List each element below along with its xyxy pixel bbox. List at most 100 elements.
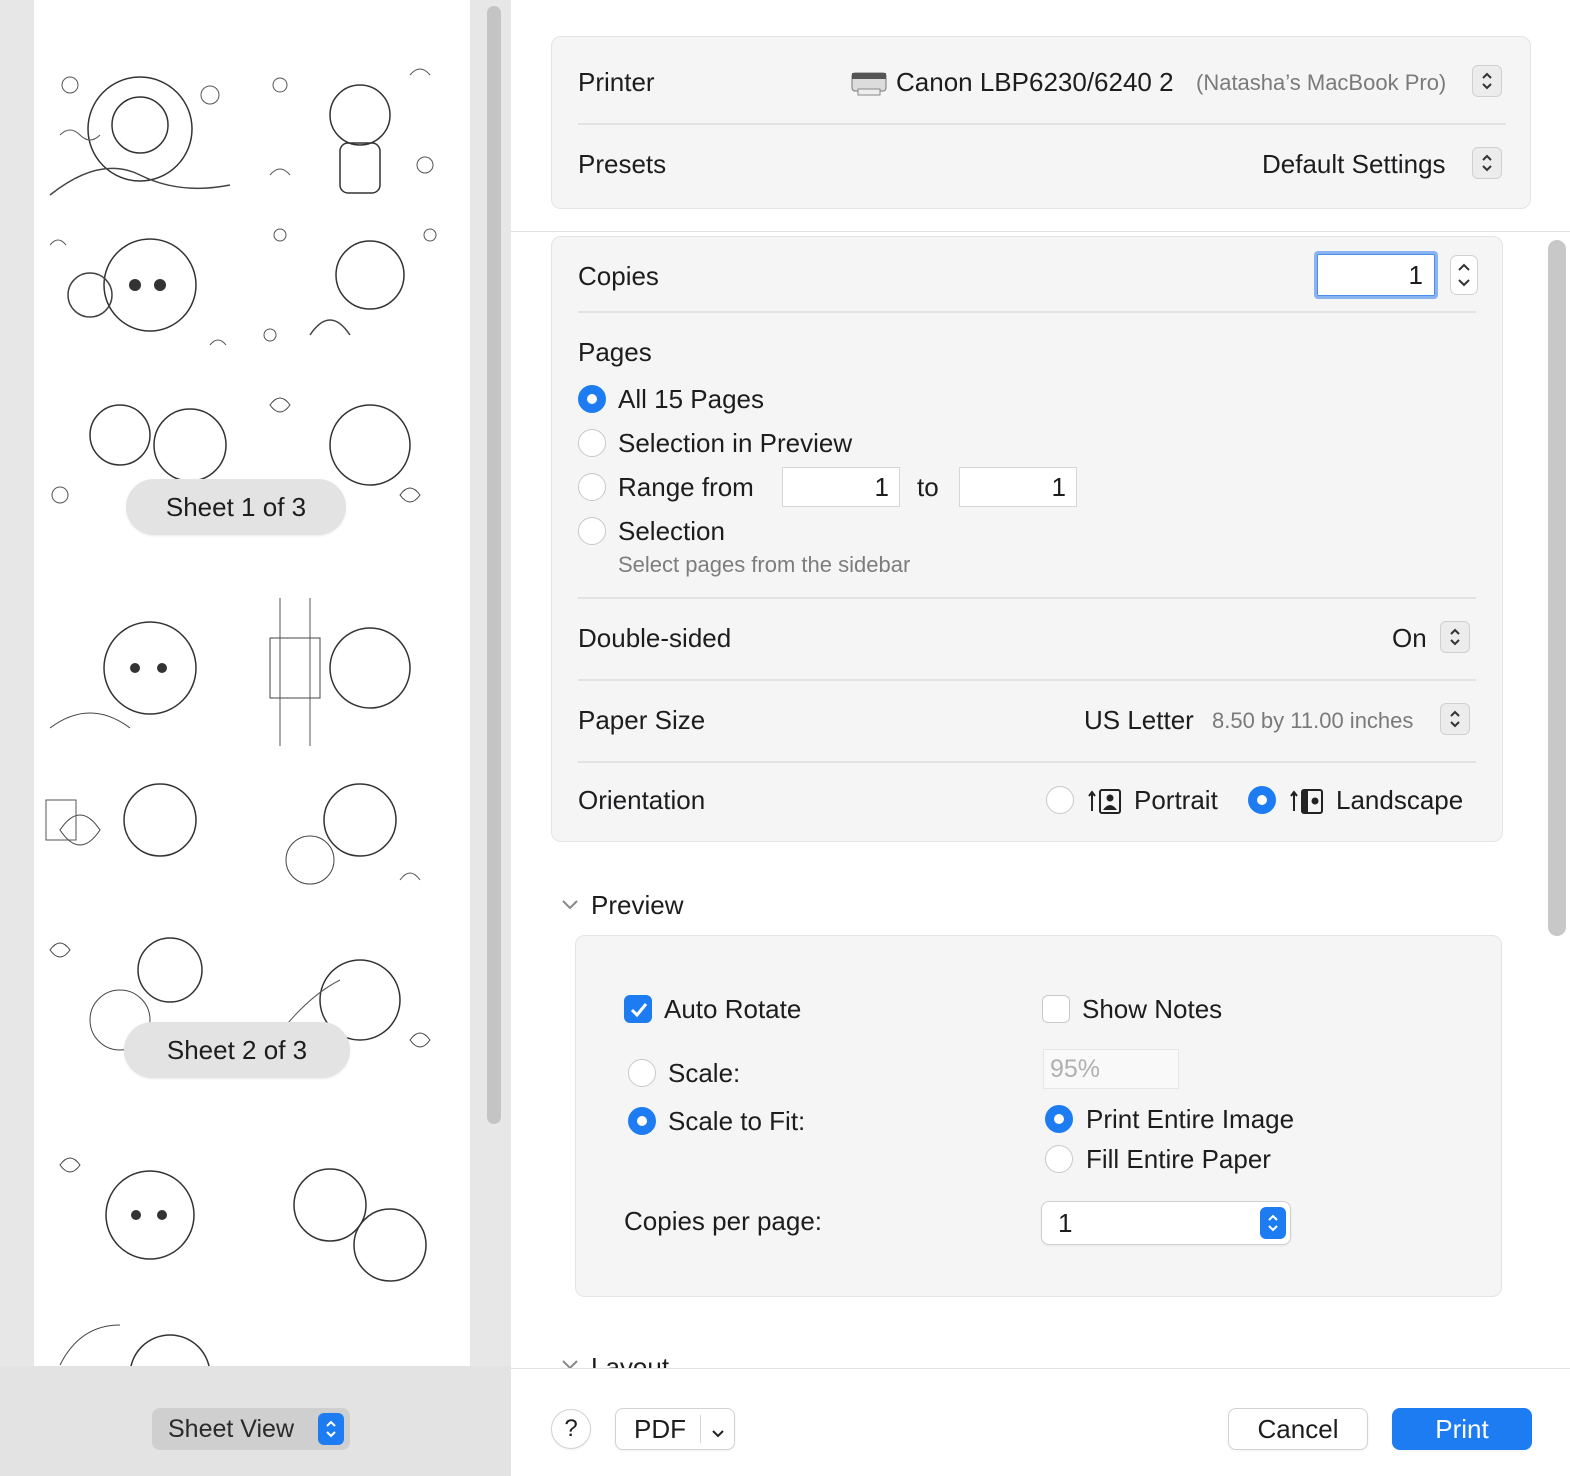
portrait-radio[interactable]	[1046, 786, 1074, 814]
sheet-thumbnail-1[interactable]: Sheet 1 of 3	[34, 55, 470, 535]
range-to-field[interactable]: 1	[959, 467, 1077, 507]
scale-to-fit-radio[interactable]	[628, 1107, 656, 1135]
sheet-view-select[interactable]: Sheet View	[152, 1408, 350, 1450]
updown-chevron-icon	[1472, 147, 1502, 179]
print-options-group: Copies 1 Pages All 15 Pages Selection in…	[551, 236, 1503, 842]
updown-chevron-icon	[1472, 65, 1502, 97]
help-icon: ?	[564, 1415, 578, 1442]
separator	[578, 679, 1476, 681]
copies-stepper[interactable]	[1450, 255, 1478, 295]
selection-label: Selection	[618, 516, 725, 546]
all-pages-radio[interactable]	[578, 385, 606, 413]
double-sided-select[interactable]: On	[1372, 619, 1476, 659]
double-sided-label: Double-sided	[578, 623, 732, 653]
selection-in-preview-radio[interactable]	[578, 429, 606, 457]
paper-size-label: Paper Size	[578, 705, 706, 735]
checkmark-icon	[628, 999, 650, 1026]
sheet-thumbnails[interactable]: Sheet 1 of 3 Sheet 2 of 3	[34, 0, 470, 1366]
scale-field[interactable]: 95%	[1043, 1049, 1179, 1089]
selection-hint: Select pages from the sidebar	[618, 552, 911, 577]
separator	[578, 597, 1476, 599]
separator	[700, 1415, 701, 1443]
coloring-page-thumbnail	[40, 215, 240, 363]
sheet-label: Sheet 2 of 3	[124, 1022, 350, 1078]
print-entire-image-radio[interactable]	[1045, 1105, 1073, 1133]
range-to-label: to	[917, 472, 939, 502]
orientation-label: Orientation	[578, 785, 706, 815]
updown-chevron-icon	[1440, 621, 1470, 653]
portrait-label: Portrait	[1134, 785, 1218, 815]
coloring-page-thumbnail	[40, 55, 240, 203]
pages-label: Pages	[578, 337, 652, 367]
copies-field[interactable]: 1	[1314, 251, 1438, 299]
cancel-button[interactable]: Cancel	[1228, 1408, 1368, 1450]
printer-icon	[850, 69, 888, 104]
printer-host: (Natasha’s MacBook Pro)	[1196, 70, 1447, 95]
dialog-footer: ? PDF Cancel Print	[511, 1368, 1570, 1476]
fill-entire-paper-radio[interactable]	[1045, 1145, 1073, 1173]
chevron-down-icon	[710, 1419, 726, 1450]
preview-options-group: Auto Rotate Show Notes Scale: 95% Scale …	[575, 935, 1502, 1297]
divider	[511, 231, 1570, 232]
portrait-orientation-icon	[1088, 787, 1124, 820]
print-settings-panel: Printer Canon LBP6230/6240 2 (Natasha’s …	[511, 0, 1570, 1476]
auto-rotate-label: Auto Rotate	[664, 994, 802, 1024]
chevron-down-icon	[561, 897, 581, 915]
copies-label: Copies	[578, 261, 659, 291]
printer-label: Printer	[578, 67, 655, 97]
coloring-page-thumbnail	[40, 1305, 240, 1366]
presets-label: Presets	[578, 149, 667, 179]
coloring-page-thumbnail	[40, 598, 240, 746]
scale-to-fit-label: Scale to Fit:	[668, 1106, 806, 1136]
sheet-view-label: Sheet View	[168, 1414, 295, 1443]
landscape-radio[interactable]	[1248, 786, 1276, 814]
updown-chevron-icon	[1260, 1207, 1286, 1239]
sidebar-footer: Sheet View	[0, 1366, 511, 1476]
print-button[interactable]: Print	[1392, 1408, 1532, 1450]
sidebar-scrollbar[interactable]	[487, 6, 501, 1124]
pdf-menu-button[interactable]: PDF	[615, 1408, 735, 1450]
auto-rotate-checkbox[interactable]	[624, 995, 652, 1023]
scale-radio[interactable]	[628, 1059, 656, 1087]
sheet-thumbnail-2[interactable]: Sheet 2 of 3	[34, 598, 470, 1078]
sheet-thumbnail-3[interactable]	[34, 1145, 470, 1366]
paper-size-value: US Letter	[1084, 705, 1194, 735]
range-radio[interactable]	[578, 473, 606, 501]
show-notes-label: Show Notes	[1082, 994, 1223, 1024]
range-from-field[interactable]: 1	[782, 467, 900, 507]
paper-size-detail: 8.50 by 11.00 inches	[1212, 708, 1414, 733]
show-notes-checkbox[interactable]	[1042, 995, 1070, 1023]
updown-chevron-icon	[318, 1413, 344, 1445]
coloring-page-thumbnail	[40, 1145, 240, 1293]
pdf-label: PDF	[634, 1413, 686, 1444]
selection-in-preview-label: Selection in Preview	[618, 428, 853, 458]
copies-per-page-label: Copies per page:	[624, 1206, 823, 1236]
preview-section-toggle[interactable]: Preview	[561, 890, 683, 921]
coloring-page-thumbnail	[250, 55, 450, 203]
separator	[578, 123, 1506, 125]
landscape-label: Landscape	[1336, 785, 1464, 815]
sheet-label: Sheet 1 of 3	[126, 479, 346, 535]
paper-size-select[interactable]: US Letter 8.50 by 11.00 inches	[1082, 701, 1476, 741]
presets-select[interactable]: Default Settings	[1252, 145, 1504, 185]
range-from-label: Range from	[618, 472, 754, 502]
copies-per-page-select[interactable]: 1	[1041, 1201, 1291, 1245]
updown-chevron-icon	[1440, 703, 1470, 735]
scale-label: Scale:	[668, 1058, 741, 1088]
printer-presets-group: Printer Canon LBP6230/6240 2 (Natasha’s …	[551, 36, 1531, 209]
main-scrollbar[interactable]	[1548, 240, 1566, 936]
sidebar: Sheet 1 of 3 Sheet 2 of 3 Sheet View	[0, 0, 511, 1476]
coloring-page-thumbnail	[40, 760, 240, 908]
copies-per-page-value: 1	[1058, 1208, 1073, 1238]
selection-radio[interactable]	[578, 517, 606, 545]
landscape-orientation-icon	[1290, 787, 1326, 820]
coloring-page-thumbnail	[250, 598, 450, 746]
preview-section-title: Preview	[591, 890, 684, 920]
separator	[578, 761, 1476, 763]
printer-select[interactable]: Canon LBP6230/6240 2 (Natasha’s MacBook …	[850, 63, 1504, 103]
double-sided-value: On	[1392, 623, 1427, 653]
coloring-page-thumbnail	[250, 1145, 450, 1293]
help-button[interactable]: ?	[551, 1409, 591, 1449]
all-pages-label: All 15 Pages	[618, 384, 764, 414]
presets-value: Default Settings	[1262, 149, 1446, 179]
